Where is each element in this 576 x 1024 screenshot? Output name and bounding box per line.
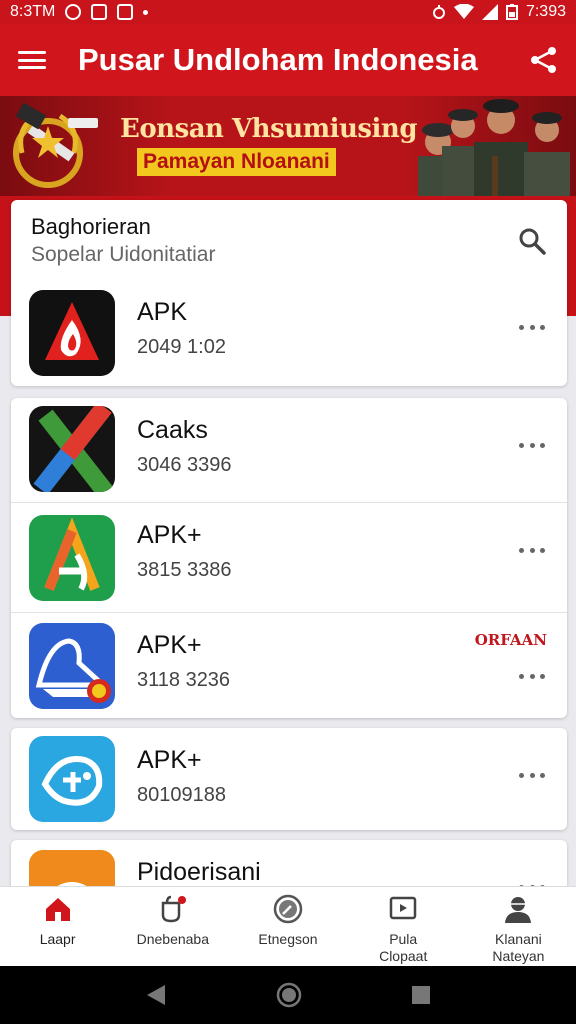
more-options-icon[interactable]	[519, 671, 545, 681]
status-time: 8:3TM	[10, 3, 56, 20]
circle-icon	[65, 4, 82, 20]
emblem-icon	[13, 102, 98, 188]
notification-icon	[161, 895, 186, 923]
app-name: Pidoerisani	[137, 858, 261, 886]
share-icon[interactable]	[528, 45, 558, 75]
search-subtitle: Sopelar Uidonitatiar	[31, 243, 216, 266]
officers-image	[418, 99, 570, 196]
letter-a-icon	[29, 515, 115, 601]
fish-logo-icon	[29, 736, 115, 822]
system-navigation-bar	[0, 966, 576, 1024]
nav-label: Dnebenaba	[136, 931, 209, 947]
compass-icon	[273, 894, 303, 924]
more-options-icon[interactable]	[519, 440, 545, 450]
app-meta: 3118 3236	[137, 669, 231, 691]
nav-label: Klanani Nateyan	[492, 931, 545, 964]
nav-explore[interactable]: Etnegson	[230, 887, 345, 966]
promo-banner[interactable]: Eonsan Vhsumiusing Pamayan Nloanani	[0, 96, 576, 196]
list-item[interactable]: APK+ 3815 3386	[11, 502, 567, 612]
wifi-icon	[453, 4, 474, 19]
app-name: APK+	[137, 631, 202, 659]
hamburger-menu-icon[interactable]	[18, 49, 46, 71]
signal-icon	[481, 4, 498, 20]
search-icon[interactable]	[517, 226, 547, 256]
home-icon	[45, 898, 70, 921]
banner-title: Eonsan Vhsumiusing	[120, 114, 418, 144]
boat-logo-icon	[29, 623, 115, 709]
bottom-navigation: Laapr Dnebenaba Etnegson Pula Clopaat Kl…	[0, 886, 576, 966]
search-card: Baghorieran Sopelar Uidonitatiar APK 204…	[11, 200, 567, 386]
nav-label: Pula Clopaat	[379, 931, 428, 964]
page-title: Pusar Undloham Indonesia	[78, 42, 478, 77]
status-bar: 8:3TM 7:393	[0, 0, 576, 24]
list-item[interactable]: APK+ 3118 3236 ORFAAN	[11, 612, 567, 718]
square-icon	[117, 4, 134, 20]
list-item[interactable]: APK+ 80109188	[11, 728, 567, 830]
tablet-icon	[389, 896, 417, 920]
x-logo-icon	[29, 406, 115, 492]
back-icon[interactable]	[145, 983, 167, 1007]
app-name: APK+	[137, 521, 202, 549]
alarm-icon	[432, 5, 445, 19]
app-name: Caaks	[137, 416, 208, 444]
apps-card: Caaks 3046 3396 APK+ 3815 3386 APK+ 3118…	[11, 398, 567, 718]
square-icon	[91, 4, 108, 20]
app-meta: 2049 1:02	[137, 336, 226, 358]
profile-icon	[505, 897, 532, 923]
app-meta: 3815 3386	[137, 559, 232, 581]
banner-subtitle: Pamayan Nloanani	[137, 148, 336, 176]
app-meta: 3046 3396	[137, 454, 232, 476]
more-options-icon[interactable]	[519, 545, 545, 555]
nav-label: Etnegson	[258, 931, 318, 947]
nav-profile[interactable]: Klanani Nateyan	[461, 887, 576, 966]
recents-icon[interactable]	[411, 985, 431, 1005]
battery-icon	[505, 4, 518, 20]
list-item[interactable]: Caaks 3046 3396	[11, 398, 567, 508]
nav-home[interactable]: Laapr	[0, 887, 115, 966]
list-item[interactable]: APK 2049 1:02	[11, 280, 567, 386]
nav-tablet[interactable]: Pula Clopaat	[346, 887, 461, 966]
app-meta: 80109188	[137, 784, 226, 806]
app-name: APK+	[137, 746, 202, 774]
apps-card: APK+ 80109188	[11, 728, 567, 830]
app-bar: Pusar Undloham Indonesia	[0, 24, 576, 96]
more-options-icon[interactable]	[519, 322, 545, 332]
search-title: Baghorieran	[31, 214, 151, 239]
home-button-icon[interactable]	[276, 982, 302, 1008]
promo-tag: ORFAAN	[474, 631, 547, 649]
app-name: APK	[137, 298, 188, 326]
nav-label: Laapr	[39, 931, 76, 947]
nav-notifications[interactable]: Dnebenaba	[115, 887, 230, 966]
flame-icon	[29, 290, 115, 376]
dot-icon	[143, 9, 149, 15]
more-options-icon[interactable]	[519, 770, 545, 780]
status-clock: 7:393	[525, 3, 566, 20]
